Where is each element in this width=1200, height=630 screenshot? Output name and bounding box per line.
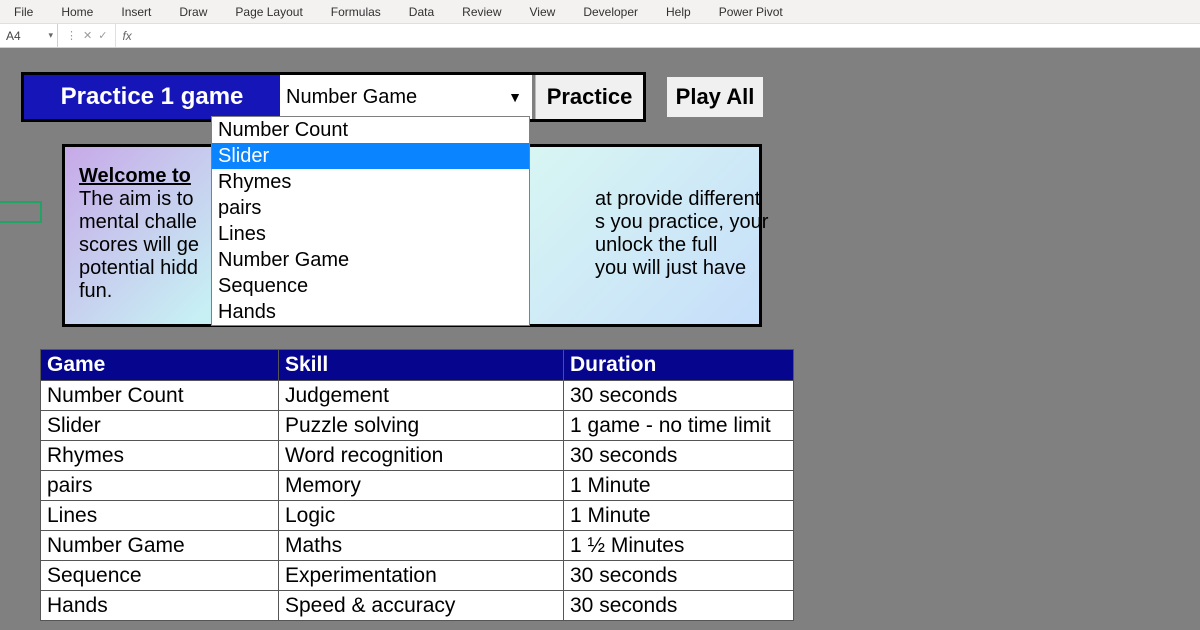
chevron-down-icon[interactable]: ▾ <box>48 30 53 41</box>
cell-skill: Speed & accuracy <box>279 591 564 621</box>
cell-game: pairs <box>41 471 279 501</box>
table-row[interactable]: Number Game Maths 1 ½ Minutes <box>41 531 794 561</box>
separator-icon: ⋮ <box>66 29 77 42</box>
cell-game: Slider <box>41 411 279 441</box>
tab-file[interactable]: File <box>0 1 47 23</box>
dropdown-item[interactable]: Sequence <box>212 273 529 299</box>
chevron-down-icon[interactable]: ▼ <box>508 89 522 105</box>
cell-duration: 1 Minute <box>564 501 794 531</box>
practice-one-game-label: Practice 1 game <box>24 75 280 119</box>
dropdown-item[interactable]: pairs <box>212 195 529 221</box>
dropdown-item[interactable]: Lines <box>212 221 529 247</box>
table-row[interactable]: Slider Puzzle solving 1 game - no time l… <box>41 411 794 441</box>
cell-skill: Judgement <box>279 381 564 411</box>
dropdown-item[interactable]: Number Count <box>212 117 529 143</box>
table-header-row: Game Skill Duration <box>41 350 794 381</box>
table-row[interactable]: Hands Speed & accuracy 30 seconds <box>41 591 794 621</box>
cell-game: Number Game <box>41 531 279 561</box>
header-skill: Skill <box>279 350 564 381</box>
cell-reference: A4 <box>6 29 21 43</box>
cell-skill: Maths <box>279 531 564 561</box>
cell-duration: 30 seconds <box>564 381 794 411</box>
tab-power-pivot[interactable]: Power Pivot <box>705 1 797 23</box>
cell-duration: 30 seconds <box>564 591 794 621</box>
table-row[interactable]: pairs Memory 1 Minute <box>41 471 794 501</box>
dropdown-item[interactable]: Number Game <box>212 247 529 273</box>
game-select-dropdown[interactable]: Number Game ▼ <box>280 75 532 119</box>
cell-duration: 30 seconds <box>564 441 794 471</box>
cell-game: Hands <box>41 591 279 621</box>
cell-game: Rhymes <box>41 441 279 471</box>
welcome-text: you will just have <box>595 257 785 280</box>
cell-game: Sequence <box>41 561 279 591</box>
cell-duration: 30 seconds <box>564 561 794 591</box>
dropdown-item[interactable]: Slider <box>212 143 529 169</box>
header-game: Game <box>41 350 279 381</box>
name-box[interactable]: A4 ▾ <box>0 24 58 47</box>
cancel-icon[interactable]: ✕ <box>83 29 92 42</box>
dropdown-item[interactable]: Hands <box>212 299 529 325</box>
ribbon-tabs: File Home Insert Draw Page Layout Formul… <box>0 0 1200 24</box>
tab-page-layout[interactable]: Page Layout <box>221 1 316 23</box>
cell-duration: 1 ½ Minutes <box>564 531 794 561</box>
welcome-text: s you practice, your <box>595 211 785 234</box>
cell-skill: Experimentation <box>279 561 564 591</box>
play-all-button[interactable]: Play All <box>667 77 763 117</box>
cell-game: Lines <box>41 501 279 531</box>
formula-bar: A4 ▾ ⋮ ✕ ✓ fx <box>0 24 1200 48</box>
cell-skill: Logic <box>279 501 564 531</box>
header-duration: Duration <box>564 350 794 381</box>
tab-developer[interactable]: Developer <box>569 1 652 23</box>
tab-draw[interactable]: Draw <box>165 1 221 23</box>
welcome-text: at provide different <box>595 188 785 211</box>
tab-help[interactable]: Help <box>652 1 705 23</box>
tab-view[interactable]: View <box>516 1 570 23</box>
cell-skill: Word recognition <box>279 441 564 471</box>
cell-skill: Memory <box>279 471 564 501</box>
fx-icon[interactable]: fx <box>116 29 137 43</box>
dropdown-item[interactable]: Rhymes <box>212 169 529 195</box>
cell-game: Number Count <box>41 381 279 411</box>
table-row[interactable]: Sequence Experimentation 30 seconds <box>41 561 794 591</box>
formula-input[interactable] <box>138 24 1200 47</box>
table-row[interactable]: Rhymes Word recognition 30 seconds <box>41 441 794 471</box>
worksheet-canvas[interactable]: Practice 1 game Number Game ▼ Practice P… <box>0 48 1200 630</box>
cell-duration: 1 Minute <box>564 471 794 501</box>
tab-formulas[interactable]: Formulas <box>317 1 395 23</box>
game-dropdown-list[interactable]: Number Count Slider Rhymes pairs Lines N… <box>211 116 530 326</box>
tab-home[interactable]: Home <box>47 1 107 23</box>
games-table: Game Skill Duration Number Count Judgeme… <box>40 349 794 621</box>
welcome-text: unlock the full <box>595 234 785 257</box>
game-select-value: Number Game <box>286 86 417 109</box>
tab-data[interactable]: Data <box>395 1 448 23</box>
tab-insert[interactable]: Insert <box>107 1 165 23</box>
tab-review[interactable]: Review <box>448 1 515 23</box>
selected-cell[interactable] <box>0 201 42 223</box>
table-row[interactable]: Number Count Judgement 30 seconds <box>41 381 794 411</box>
accept-icon[interactable]: ✓ <box>98 29 107 42</box>
cell-skill: Puzzle solving <box>279 411 564 441</box>
practice-button[interactable]: Practice <box>535 75 643 119</box>
cell-duration: 1 game - no time limit <box>564 411 794 441</box>
table-row[interactable]: Lines Logic 1 Minute <box>41 501 794 531</box>
